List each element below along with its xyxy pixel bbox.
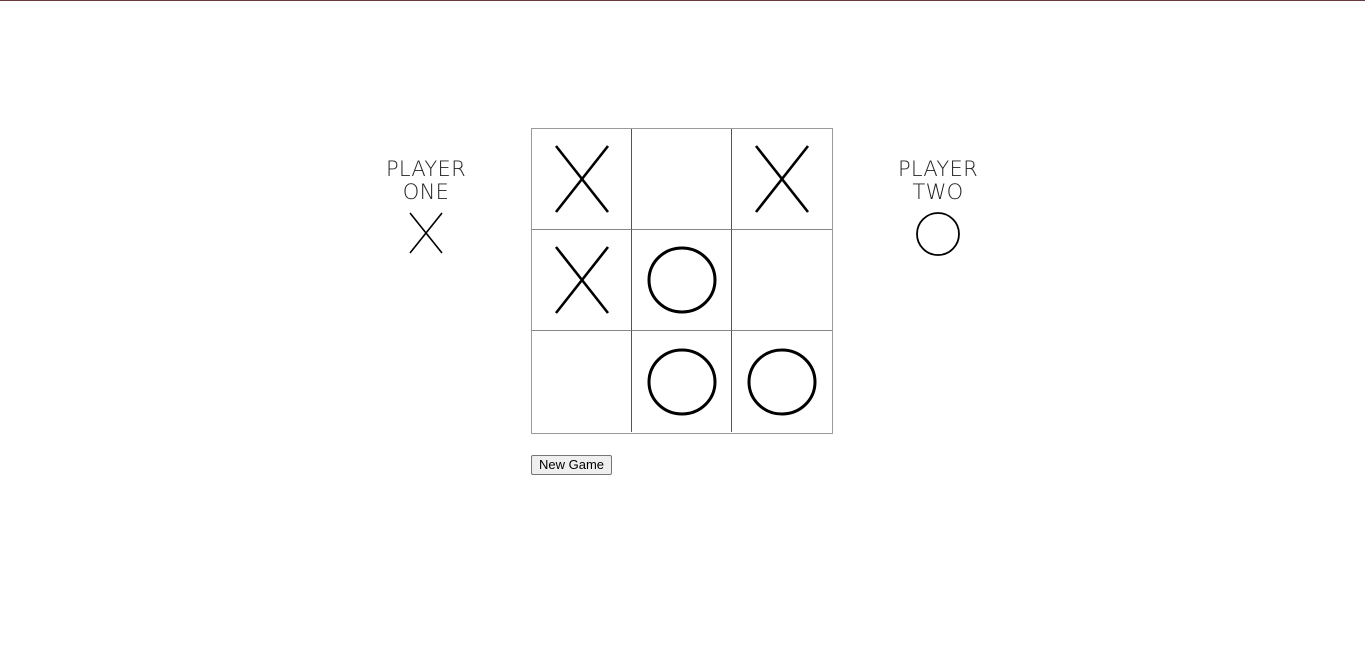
board-cell-0-0[interactable] [532, 129, 632, 230]
board-cell-2-1[interactable] [632, 331, 732, 432]
top-rule [0, 0, 1365, 1]
player-one-label-line1: PLAYER [385, 157, 467, 181]
new-game-button[interactable]: New Game [531, 455, 613, 475]
x-mark-icon [554, 246, 609, 314]
board-cell-1-1[interactable] [632, 230, 732, 331]
x-mark-icon [554, 145, 609, 213]
player-two-label-line1: PLAYER [897, 157, 979, 181]
game-board [531, 128, 833, 434]
player-one-panel: PLAYER ONE [371, 158, 481, 255]
board-cell-1-2[interactable] [732, 230, 832, 331]
player-two-panel: PLAYER TWO [883, 158, 993, 257]
o-mark-icon [916, 212, 960, 256]
x-mark-icon [754, 145, 810, 213]
player-two-label-line2: TWO [912, 180, 964, 204]
o-mark-icon [747, 348, 817, 415]
board-cell-1-0[interactable] [532, 230, 632, 331]
board-cell-0-1[interactable] [632, 129, 732, 230]
board-cell-2-0[interactable] [532, 331, 632, 432]
o-mark-icon [647, 348, 716, 415]
player-one-label-line2: ONE [402, 180, 450, 204]
o-mark-icon [647, 246, 716, 314]
x-mark-icon [409, 212, 443, 254]
board-cell-0-2[interactable] [732, 129, 832, 230]
board-cell-2-2[interactable] [732, 331, 832, 432]
